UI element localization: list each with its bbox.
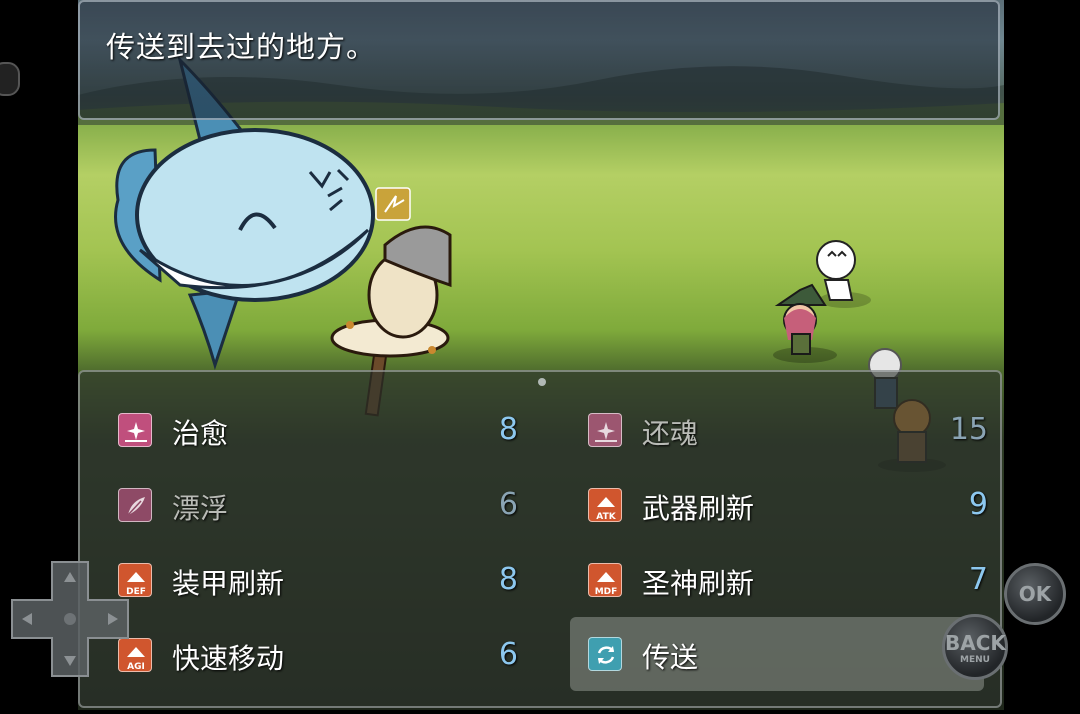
skill-name: 治愈 [172,417,229,450]
scroll-indicator [538,378,546,386]
svg-text:ATK: ATK [596,512,616,522]
skill-list-window: 治愈 8 还魂 15 漂浮 6 ATK 武器刷新 9 DEF 装甲刷新 8 MD… [78,370,1002,708]
back-button-label: BACK [945,631,1006,655]
skill-item-holy-refresh[interactable]: MDF 圣神刷新 7 [588,550,988,610]
virtual-dpad[interactable] [10,560,130,678]
overlay-toggle-icon[interactable] [0,62,20,96]
skill-cost: 6 [498,487,518,522]
skill-cost: 7 [968,562,988,597]
atk-up-icon: ATK [588,488,622,522]
skill-item-heal[interactable]: 治愈 8 [118,400,518,460]
lightning-status-icon [375,187,411,221]
help-message-text: 传送到去过的地方。 [106,30,377,64]
skill-name: 传送 [642,641,699,674]
skill-name: 快速移动 [172,642,285,675]
skill-item-quick-move[interactable]: AGI 快速移动 6 [118,625,518,685]
teleport-icon [588,637,622,671]
revive-icon [588,413,622,447]
skill-name: 还魂 [642,417,699,450]
svg-text:MDF: MDF [595,587,618,597]
skill-item-weapon-refresh[interactable]: ATK 武器刷新 9 [588,475,988,535]
heal-icon [118,413,152,447]
skill-cost: 9 [968,487,988,522]
back-button[interactable]: BACK MENU [942,614,1008,680]
skill-cost: 6 [498,637,518,672]
back-button-sublabel: MENU [960,655,990,665]
skill-item-revive[interactable]: 还魂 15 [588,400,988,460]
skill-cost: 15 [949,412,988,447]
skill-item-armor-refresh[interactable]: DEF 装甲刷新 8 [118,550,518,610]
skill-name: 漂浮 [172,492,229,525]
skill-name: 装甲刷新 [172,567,285,600]
skill-name: 圣神刷新 [642,567,755,600]
skill-item-float[interactable]: 漂浮 6 [118,475,518,535]
ok-button[interactable]: OK [1004,563,1066,625]
skill-name: 武器刷新 [642,492,755,525]
skill-item-teleport[interactable]: 传送 [570,617,984,691]
white-ghost-ally[interactable] [816,240,871,308]
help-message-window: 传送到去过的地方。 [78,0,1000,120]
feather-icon [118,488,152,522]
mdf-up-icon: MDF [588,563,622,597]
skill-cost: 8 [498,412,518,447]
skill-cost: 8 [498,562,518,597]
